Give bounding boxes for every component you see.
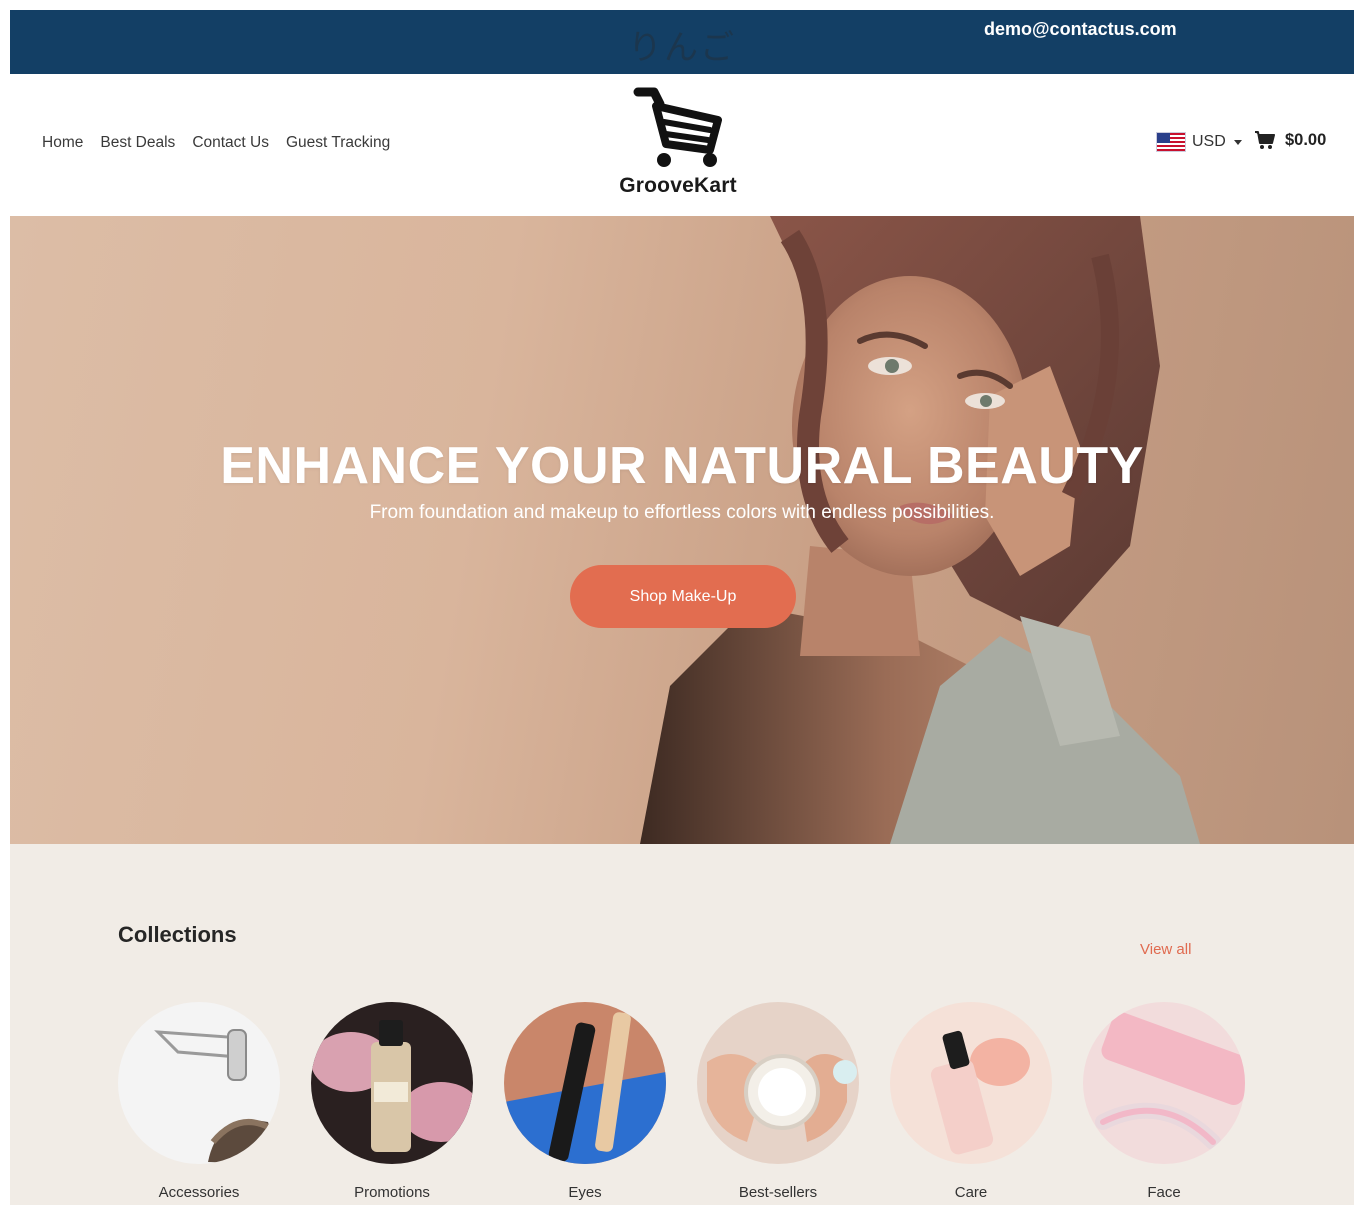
collection-face[interactable]: Face: [1079, 1002, 1249, 1201]
collection-accessories[interactable]: Accessories: [114, 1002, 284, 1201]
collection-label: Best-sellers: [738, 1184, 818, 1201]
currency-code: USD: [1192, 133, 1226, 150]
nav-contact-us[interactable]: Contact Us: [192, 134, 269, 152]
us-flag-icon: [1156, 132, 1186, 152]
site-header: Home Best Deals Contact Us Guest Trackin…: [10, 74, 1354, 216]
collections-title: Collections: [118, 922, 237, 947]
shopping-cart-icon: [633, 87, 722, 167]
cart-total: $0.00: [1285, 130, 1327, 149]
page: りんご demo@contactus.com Home Best Deals C…: [10, 10, 1354, 1205]
main-nav: Home Best Deals Contact Us Guest Trackin…: [42, 134, 390, 152]
hero-model-photo: [640, 216, 1200, 844]
hero-subtitle: From foundation and makeup to effortless…: [369, 502, 995, 523]
collection-promotions[interactable]: Promotions: [307, 1002, 477, 1201]
collection-image-promotions: [311, 1002, 473, 1164]
collection-image-accessories: [118, 1002, 280, 1164]
collection-label: Promotions: [354, 1184, 430, 1201]
hero-title: ENHANCE YOUR NATURAL BEAUTY: [220, 437, 1144, 495]
site-logo[interactable]: GrooveKart: [614, 84, 742, 208]
collections-section: Collections View all Accessories Promoti…: [10, 844, 1354, 1205]
contact-email[interactable]: demo@contactus.com: [984, 19, 1177, 40]
shop-makeup-button[interactable]: Shop Make-Up: [570, 565, 796, 628]
caret-down-icon: [1233, 139, 1242, 145]
collection-label: Care: [954, 1184, 988, 1201]
view-all-link[interactable]: View all: [1140, 941, 1191, 958]
collection-best-sellers[interactable]: Best-sellers: [693, 1002, 863, 1201]
nav-guest-tracking[interactable]: Guest Tracking: [286, 134, 390, 152]
collection-image-best-sellers: [697, 1002, 859, 1164]
nav-home[interactable]: Home: [42, 134, 83, 152]
announcement-bar: りんご demo@contactus.com: [10, 10, 1354, 74]
currency-selector[interactable]: USD: [1156, 132, 1242, 152]
collection-image-face: [1083, 1002, 1245, 1164]
collection-image-eyes: [504, 1002, 666, 1164]
nav-best-deals[interactable]: Best Deals: [100, 134, 175, 152]
hero-banner: ENHANCE YOUR NATURAL BEAUTY From foundat…: [10, 216, 1354, 844]
collection-label: Face: [1147, 1184, 1181, 1201]
cart-icon: [1255, 131, 1275, 149]
logo-text: GrooveKart: [619, 174, 737, 197]
collection-image-care: [890, 1002, 1052, 1164]
collection-care[interactable]: Care: [886, 1002, 1056, 1201]
collection-label: Eyes: [568, 1184, 602, 1201]
collection-label: Accessories: [158, 1184, 240, 1201]
collection-eyes[interactable]: Eyes: [500, 1002, 670, 1201]
announcement-text: りんご: [628, 28, 736, 68]
cart-button[interactable]: $0.00: [1254, 130, 1326, 150]
